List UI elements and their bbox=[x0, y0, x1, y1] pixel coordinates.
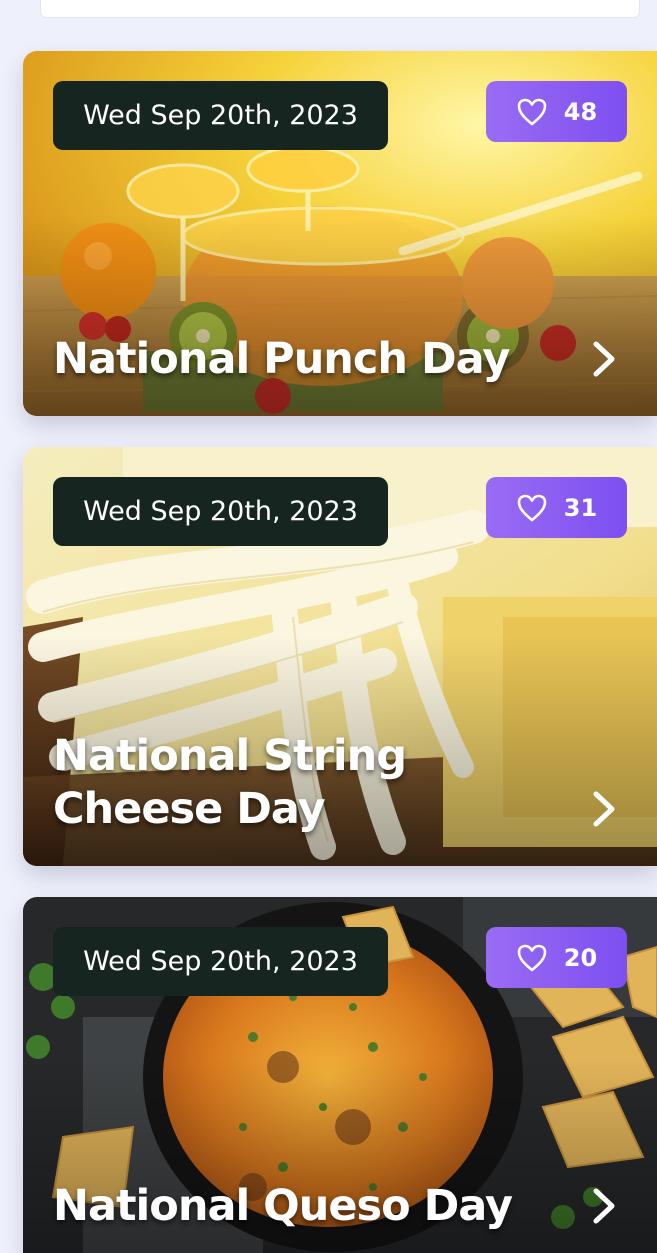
top-search-bar-edge bbox=[40, 0, 640, 18]
heart-outline-icon bbox=[517, 494, 547, 521]
event-card-queso-day[interactable]: Wed Sep 20th, 2023 20 National Queso Day bbox=[23, 897, 657, 1253]
chevron-right-icon[interactable] bbox=[591, 340, 617, 378]
like-count: 31 bbox=[563, 493, 598, 522]
heart-outline-icon bbox=[517, 944, 547, 971]
heart-outline-icon bbox=[517, 98, 547, 125]
event-date-badge: Wed Sep 20th, 2023 bbox=[53, 927, 388, 996]
event-card-string-cheese-day[interactable]: Wed Sep 20th, 2023 31 National String Ch… bbox=[23, 447, 657, 866]
like-button[interactable]: 20 bbox=[486, 927, 627, 988]
like-button[interactable]: 31 bbox=[486, 477, 627, 538]
like-button[interactable]: 48 bbox=[486, 81, 627, 142]
like-count: 20 bbox=[563, 943, 598, 972]
event-title: National String Cheese Day bbox=[53, 731, 407, 834]
chevron-right-icon[interactable] bbox=[591, 1187, 617, 1225]
event-title: National Queso Day bbox=[53, 1181, 513, 1231]
like-count: 48 bbox=[563, 97, 598, 126]
event-title: National Punch Day bbox=[53, 334, 510, 384]
event-card-punch-day[interactable]: Wed Sep 20th, 2023 48 National Punch Day bbox=[23, 51, 657, 416]
event-date-badge: Wed Sep 20th, 2023 bbox=[53, 477, 388, 546]
chevron-right-icon[interactable] bbox=[591, 790, 617, 828]
event-date-badge: Wed Sep 20th, 2023 bbox=[53, 81, 388, 150]
